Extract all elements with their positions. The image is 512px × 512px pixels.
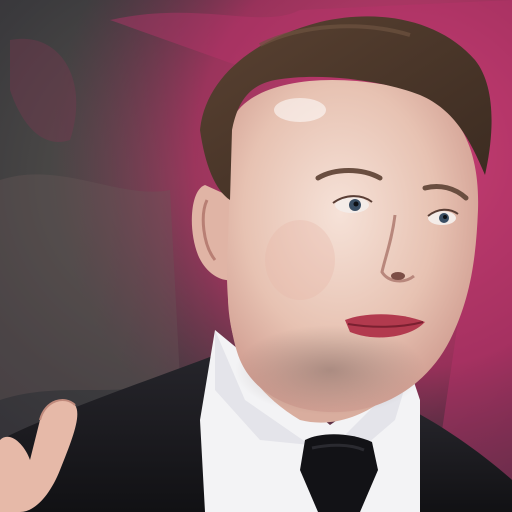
nostril bbox=[391, 272, 405, 280]
portrait-photo bbox=[0, 0, 512, 512]
cheek bbox=[265, 220, 335, 300]
left-pupil bbox=[353, 201, 359, 207]
right-pupil bbox=[443, 215, 447, 219]
jaw-stubble bbox=[235, 325, 425, 415]
photo-canvas bbox=[0, 0, 512, 512]
background-warm-shape bbox=[0, 174, 180, 400]
forehead-highlight bbox=[274, 98, 326, 122]
